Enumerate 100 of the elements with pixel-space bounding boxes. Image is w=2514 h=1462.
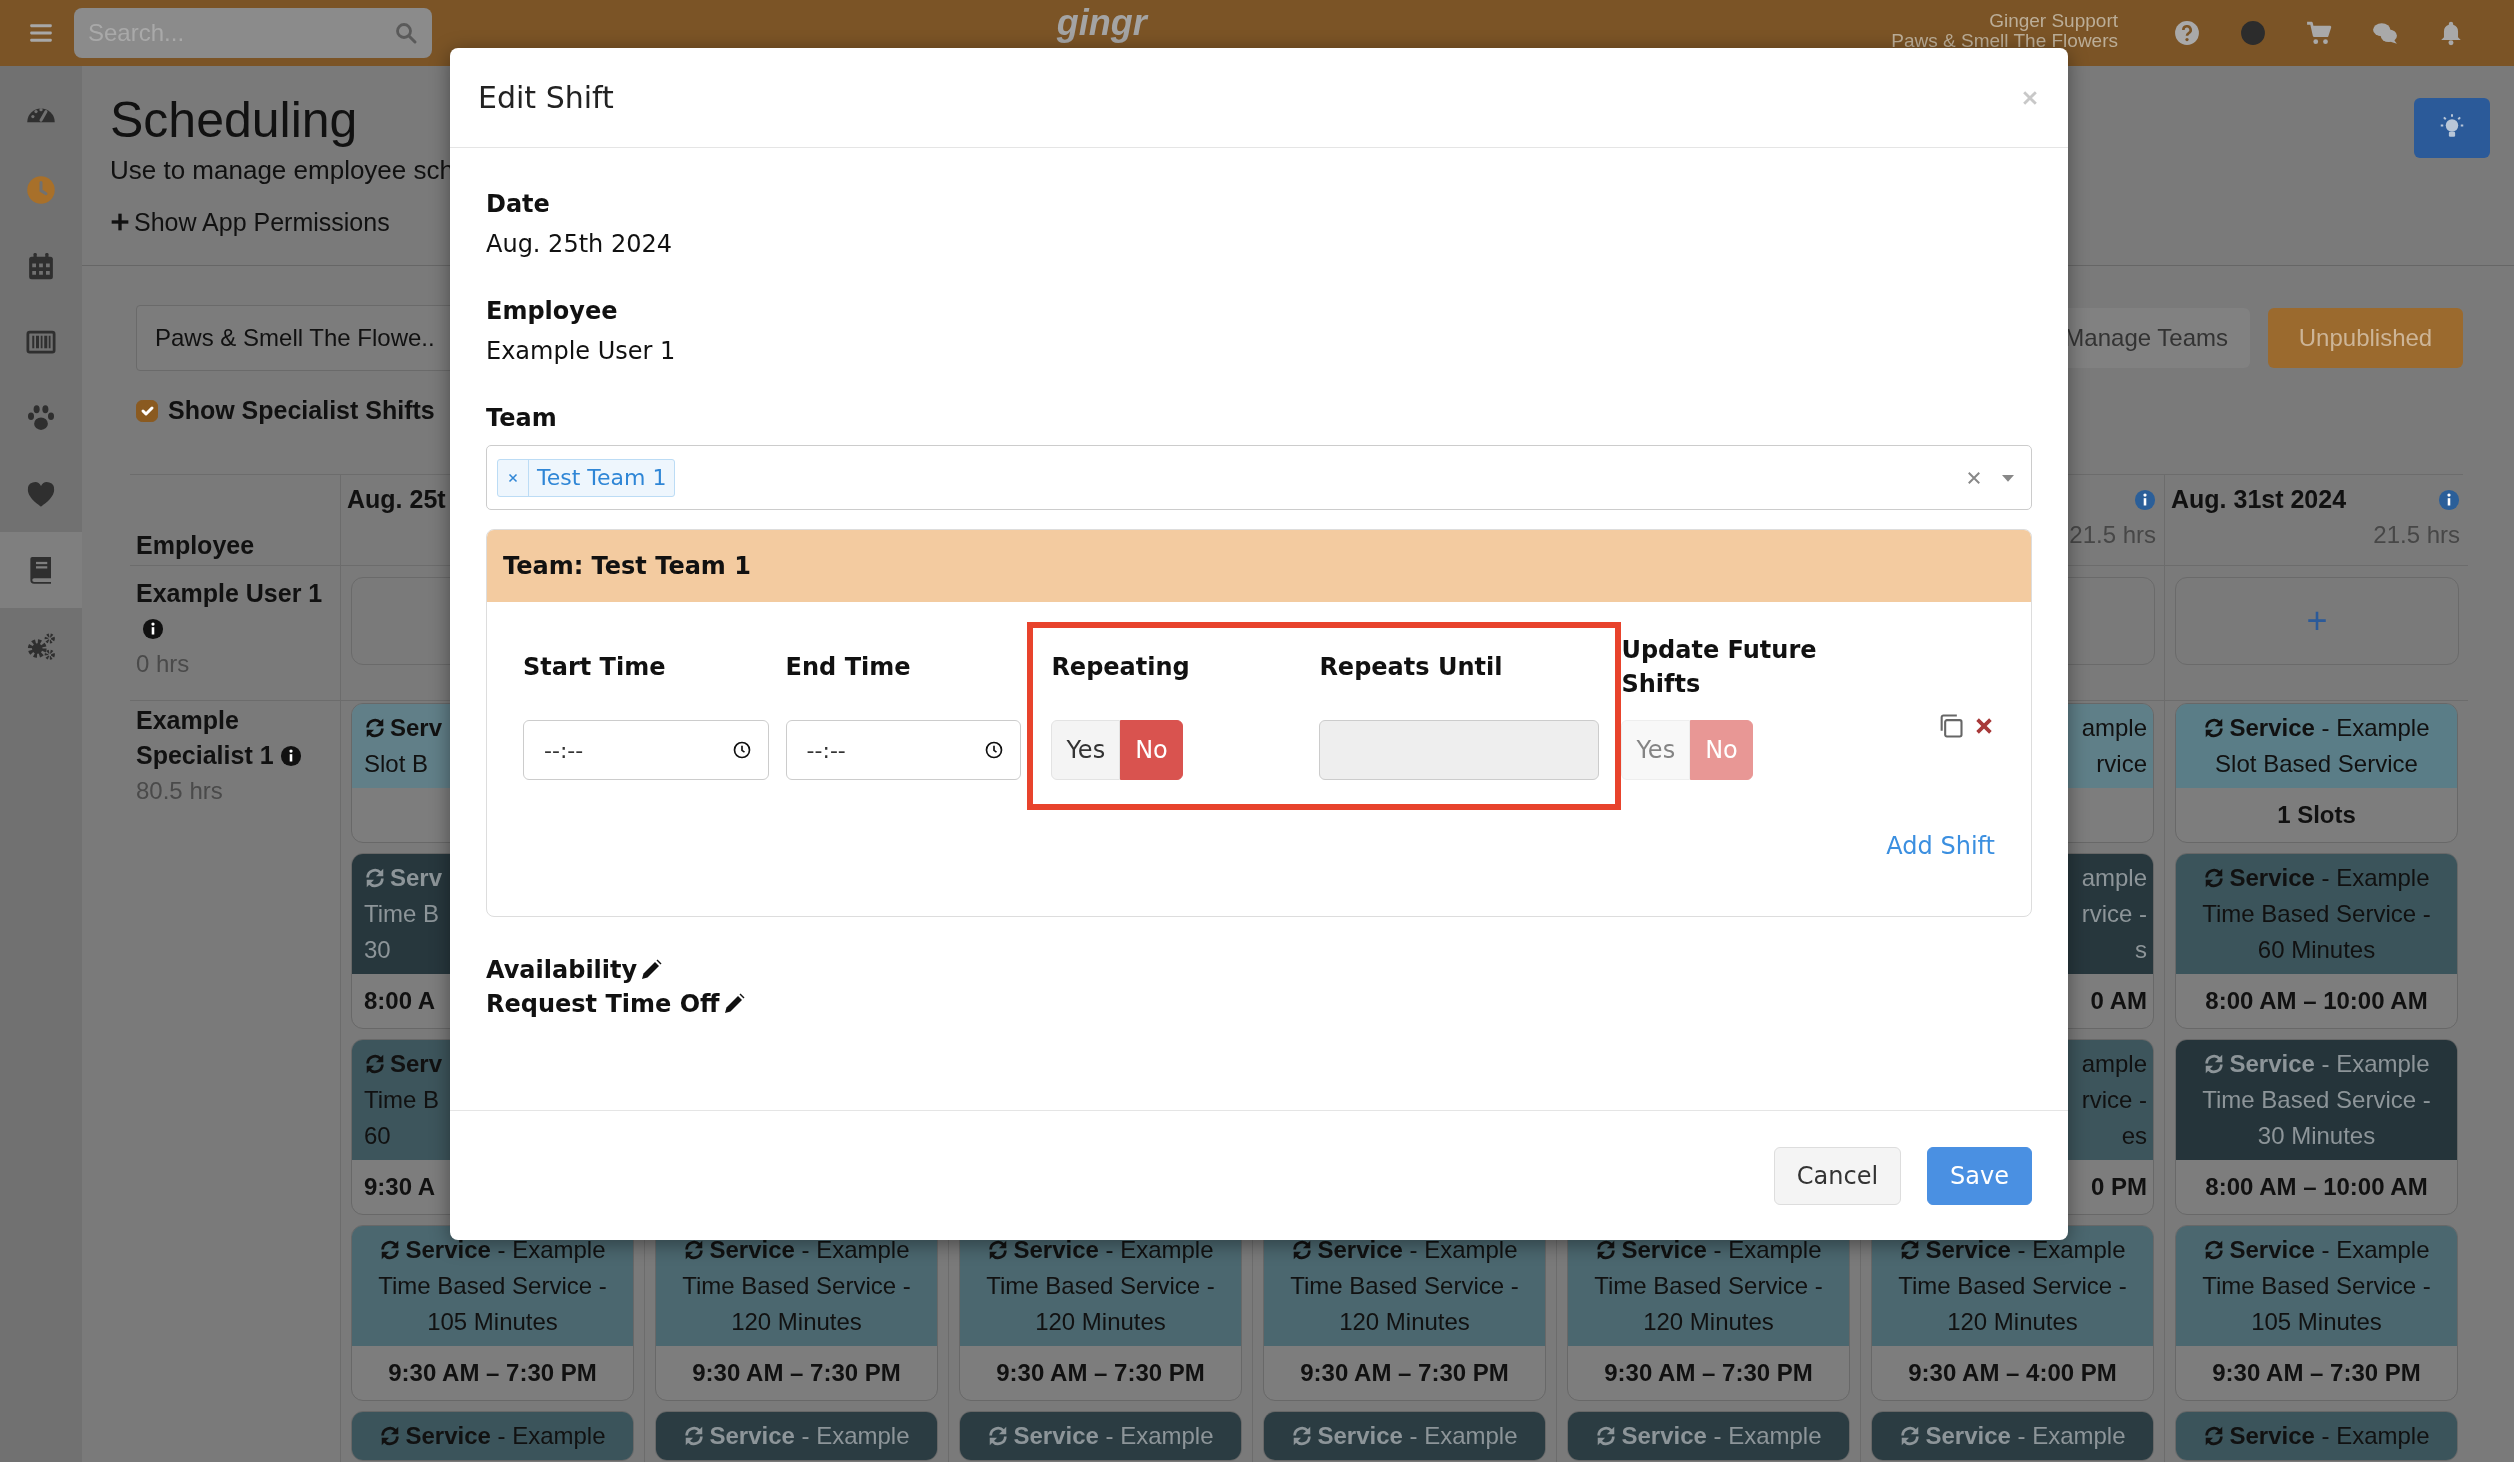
shift-title: Service - Example (709, 1422, 910, 1449)
shift-detail: Time Based Service - (2202, 1086, 2431, 1113)
shift-detail: Time Based Service - (2202, 900, 2431, 927)
shift-title: Service - Example (2229, 1236, 2430, 1263)
shift-title: Serv (390, 714, 443, 741)
shift-detail: 120 Minutes (1339, 1308, 1470, 1335)
shift-title: Service - Example (1317, 1236, 1518, 1263)
modal-title: Edit Shift (478, 79, 614, 116)
shift-title: Service - Example (2229, 714, 2430, 741)
shift-time: 9:30 AM – 7:30 PM (1604, 1358, 1813, 1388)
shift-title: Service - Example (2229, 1050, 2430, 1077)
shift-detail: Time Based Service - (986, 1272, 1215, 1299)
team-select[interactable]: Test Team 1 (486, 445, 2032, 510)
chat-icon[interactable] (2372, 20, 2398, 46)
clock-icon (26, 175, 56, 205)
shift-title: Service - Example (2229, 1422, 2430, 1449)
shift-title: Service - Example (405, 1422, 606, 1449)
shift-detail: 60 Minutes (2257, 936, 2376, 963)
shift-time: 9:30 AM – 7:30 PM (996, 1358, 1205, 1388)
shift-title: Serv (390, 864, 443, 891)
clock-icon (984, 740, 1005, 760)
shift-time: 9:30 AM – 7:30 PM (388, 1358, 597, 1388)
shift-detail: rvice (2096, 750, 2147, 777)
cart-icon[interactable] (2306, 20, 2332, 46)
shift-time: 8:00 AM – 10:00 AM (2205, 1172, 2428, 1202)
day-header: Aug. 25t (347, 484, 447, 515)
shift-title: ample (2081, 1050, 2147, 1077)
checkbox-label: Show Specialist Shifts (168, 395, 435, 427)
shift-time: 8:00 AM – 10:00 AM (2205, 986, 2428, 1016)
shift-detail: es (2121, 1122, 2147, 1149)
gears-icon (26, 631, 56, 661)
account-name: Ginger Support (1988, 11, 2118, 31)
shift-detail: 30 Minutes (2257, 1122, 2376, 1149)
permissions-link[interactable]: Show App Permissions (110, 204, 390, 240)
field-label: End Time (785, 652, 911, 683)
time-input[interactable]: --:-- (523, 720, 769, 780)
field-label: Date (486, 189, 551, 220)
panel-header: Team: Test Team 1 (487, 530, 2031, 602)
paw-icon (26, 403, 56, 433)
dialog-button[interactable]: Cancel (1773, 1146, 1902, 1205)
heart-icon (26, 479, 56, 509)
employee-name: Example Specialist 1 (136, 706, 274, 769)
chip-label: Test Team 1 (536, 464, 668, 492)
shift-title: ample (2081, 864, 2147, 891)
logo: gingr (1056, 4, 1147, 42)
column-header: Employee (136, 530, 256, 561)
dialog-button[interactable]: Save (1927, 1146, 2032, 1205)
toggle-button[interactable]: Yes (1051, 720, 1121, 780)
field-label: Update Future Shifts (1621, 635, 1818, 700)
shift-detail: 105 Minutes (2251, 1308, 2382, 1335)
account-location: Paws & Smell The Flowers (1891, 31, 2118, 51)
day-header: Aug. 31st 2024 (2171, 484, 2348, 515)
shift-title: ample (2081, 714, 2147, 741)
page-title: Scheduling (110, 91, 359, 150)
field-label: Repeating (1051, 652, 1190, 683)
shift-detail: Time Based Service - (1898, 1272, 2127, 1299)
shift-time: 8:00 A (364, 986, 436, 1016)
shift-title: Serv (390, 1050, 443, 1077)
shift-time: 9:30 AM – 4:00 PM (1908, 1358, 2117, 1388)
shift-title: Service - Example (1013, 1422, 1214, 1449)
shift-title: Service - Example (1013, 1236, 1214, 1263)
status-button[interactable]: Unpublished (2268, 308, 2463, 368)
search-icon (394, 21, 418, 45)
avatar-icon[interactable] (2240, 20, 2266, 46)
shift-detail: Time Based Service - (1594, 1272, 1823, 1299)
toggle-button[interactable]: No (1120, 720, 1183, 780)
shift-title: Service - Example (709, 1236, 910, 1263)
checkbox[interactable] (136, 400, 158, 422)
field-value: Aug. 25th 2024 (486, 229, 673, 260)
shift-title: Service - Example (1621, 1236, 1822, 1263)
shift-time: 0 AM (2090, 986, 2147, 1016)
shift-detail: Time Based Service - (378, 1272, 607, 1299)
time-input[interactable]: --:-- (785, 720, 1022, 780)
clock-icon (731, 740, 752, 760)
shift-title: Service - Example (1317, 1422, 1518, 1449)
shift-time: 9:30 AM – 7:30 PM (692, 1358, 901, 1388)
tips-button[interactable] (2414, 98, 2490, 158)
shift-title: Service - Example (1621, 1422, 1822, 1449)
shift-detail: Time B (364, 1086, 440, 1113)
shift-title: Service - Example (405, 1236, 606, 1263)
pencil-icon[interactable] (639, 958, 664, 982)
shift-time: 9:30 AM – 7:30 PM (1300, 1358, 1509, 1388)
shift-detail: rvice - (2081, 1086, 2147, 1113)
shift-detail: Time Based Service - (1290, 1272, 1519, 1299)
help-icon[interactable] (2174, 20, 2200, 46)
shift-detail: 105 Minutes (427, 1308, 558, 1335)
field-label: Team (486, 403, 558, 434)
shift-detail: 30 (364, 936, 391, 963)
employee-name: Example User 1 (136, 579, 323, 607)
shift-time: 0 PM (2091, 1172, 2147, 1202)
shift-detail: s (2135, 936, 2147, 963)
shift-time: 9:30 AM – 7:30 PM (2212, 1358, 2421, 1388)
shift-title: Service - Example (1925, 1422, 2126, 1449)
add-shift-link[interactable]: Add Shift (1886, 828, 1995, 864)
field-label: Repeats Until (1319, 652, 1503, 683)
shift-detail: 120 Minutes (1947, 1308, 2078, 1335)
shift-detail: 60 (364, 1122, 391, 1149)
shift-detail: Time Based Service - (682, 1272, 911, 1299)
sidebar-item[interactable] (0, 532, 82, 608)
shift-title: Service - Example (2229, 864, 2430, 891)
